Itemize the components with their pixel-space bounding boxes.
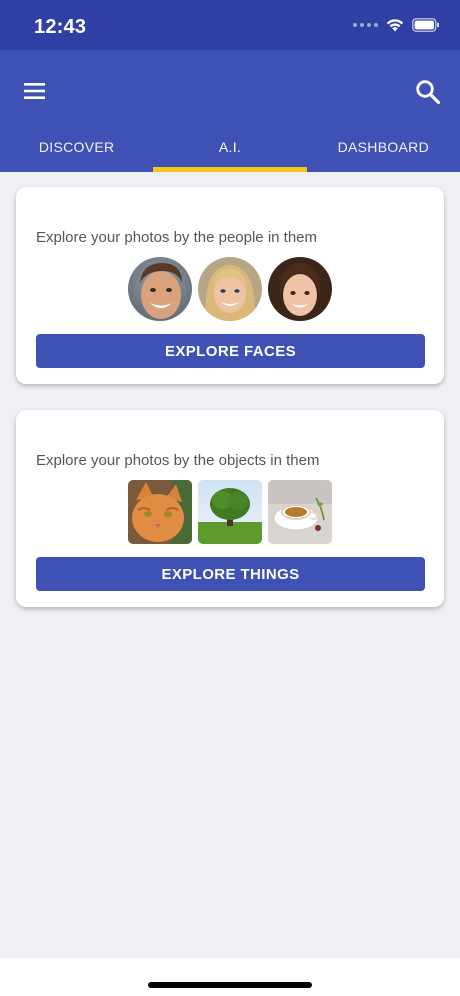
signal-icon: [353, 23, 378, 27]
tab-discover[interactable]: DISCOVER: [0, 122, 153, 172]
wifi-icon: [386, 19, 404, 32]
tab-ai[interactable]: A.I.: [153, 122, 307, 172]
faces-card-description: Explore your photos by the people in the…: [36, 229, 318, 246]
status-bar: 12:43: [0, 0, 460, 50]
app-bar: DISCOVER A.I. DASHBOARD: [0, 50, 460, 172]
things-thumbnails: [128, 480, 332, 544]
tree-thumbnail: [198, 480, 262, 544]
tab-bar: DISCOVER A.I. DASHBOARD: [0, 122, 460, 172]
status-time: 12:43: [34, 16, 87, 38]
things-card-description: Explore your photos by the objects in th…: [36, 452, 320, 469]
menu-icon[interactable]: [22, 78, 48, 104]
things-card: Explore your photos by the objects in th…: [16, 410, 444, 607]
status-icons: [353, 18, 440, 32]
battery-icon: [412, 18, 439, 32]
blonde-woman-face-thumbnail: [198, 257, 262, 321]
cat-thumbnail: [128, 480, 192, 544]
girl-face-thumbnail: [268, 257, 332, 321]
man-face-thumbnail: [128, 257, 192, 321]
tab-dashboard[interactable]: DASHBOARD: [307, 122, 460, 172]
home-indicator[interactable]: [148, 982, 312, 988]
teacup-thumbnail: [268, 480, 332, 544]
explore-faces-button[interactable]: EXPLORE FACES: [36, 334, 425, 368]
search-icon[interactable]: [414, 78, 442, 106]
faces-thumbnails: [128, 257, 332, 321]
explore-things-button[interactable]: EXPLORE THINGS: [36, 557, 425, 591]
faces-card: Explore your photos by the people in the…: [16, 187, 444, 384]
bottom-safe-area: [0, 958, 460, 996]
